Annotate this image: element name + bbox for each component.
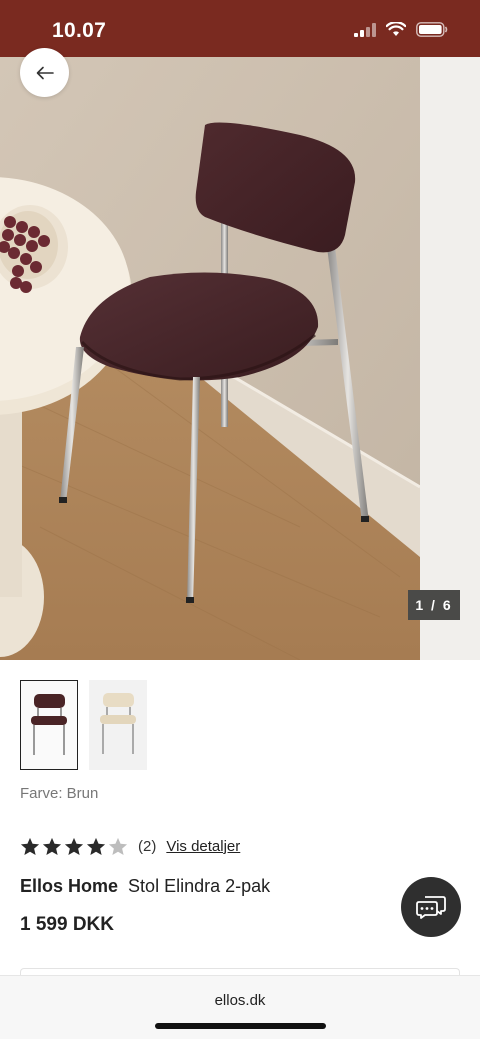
next-image-peek[interactable]: [420, 57, 480, 660]
star-filled-icon: [64, 837, 84, 855]
star-filled-icon: [86, 837, 106, 855]
browser-url-bar[interactable]: ellos.dk: [0, 975, 480, 1039]
signal-icon: [354, 22, 376, 37]
product-price: 1 599 DKK: [20, 914, 114, 935]
url-text[interactable]: ellos.dk: [0, 992, 480, 1009]
chat-button[interactable]: [401, 877, 461, 937]
status-icons: [354, 22, 448, 37]
battery-icon: [416, 22, 448, 37]
product-title: Ellos Home Stol Elindra 2-pak: [20, 876, 270, 897]
star-rating: [20, 837, 128, 856]
star-filled-icon: [42, 837, 62, 855]
status-bar: 10.07: [0, 0, 480, 57]
arrow-left-icon: [36, 66, 54, 79]
product-name: Stol Elindra 2-pak: [128, 876, 271, 896]
image-counter: 1 / 6: [408, 590, 460, 620]
thumbnail-brown[interactable]: [20, 680, 78, 770]
rating-row: (2) Vis detaljer: [20, 835, 240, 857]
home-indicator[interactable]: [155, 1023, 326, 1029]
star-empty-icon: [108, 837, 128, 855]
color-label: Farve: Brun: [20, 785, 99, 802]
back-button[interactable]: [20, 48, 69, 97]
view-details-link[interactable]: Vis detaljer: [166, 838, 240, 855]
star-filled-icon: [20, 837, 40, 855]
chair-thumbnail-beige: [100, 693, 136, 754]
status-time: 10.07: [52, 19, 107, 42]
product-brand: Ellos Home: [20, 876, 119, 896]
wifi-icon: [386, 22, 406, 36]
product-photo: [0, 57, 420, 660]
product-image[interactable]: [0, 57, 420, 660]
chair-thumbnail-brown: [31, 694, 67, 755]
review-count: (2): [138, 837, 157, 855]
chat-icon: [416, 896, 446, 919]
thumbnail-beige[interactable]: [89, 680, 147, 770]
